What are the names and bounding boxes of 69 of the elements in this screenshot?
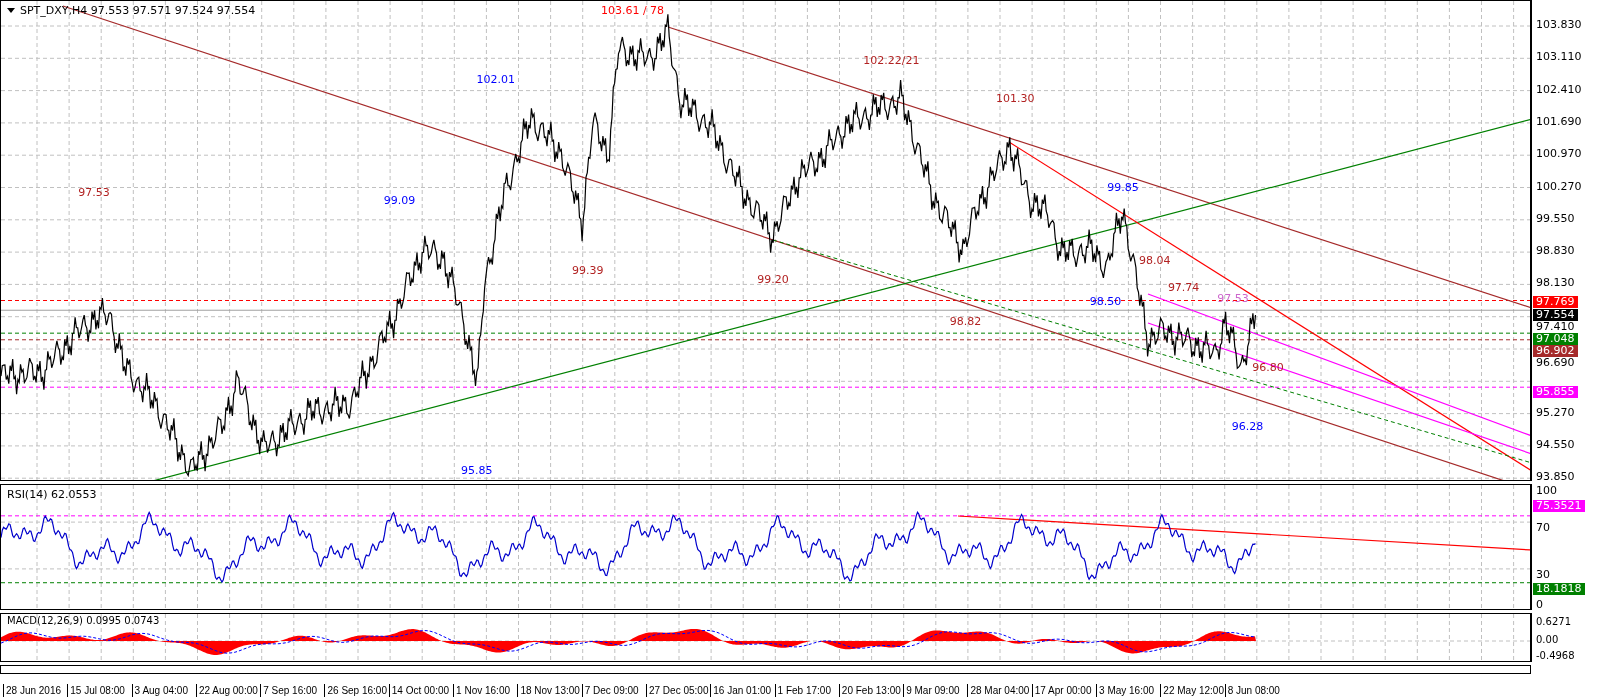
axis-label: 70 bbox=[1536, 521, 1550, 534]
time-label: 16 Jan 01:00 bbox=[710, 684, 775, 697]
price-label: 103.61 / 78 bbox=[600, 4, 665, 18]
time-label: 8 Jun 08:00 bbox=[1224, 684, 1289, 697]
price-label: 95.85 bbox=[460, 464, 493, 478]
price-label: 99.39 bbox=[572, 263, 604, 277]
level-tag: 75.3521 bbox=[1533, 499, 1585, 512]
price-label: 101.30 bbox=[996, 91, 1035, 105]
time-label: 7 Sep 16:00 bbox=[260, 684, 325, 697]
time-label: 22 May 12:00 bbox=[1160, 684, 1225, 697]
time-label: 28 Mar 04:00 bbox=[967, 684, 1032, 697]
price-label: 97.53 bbox=[1217, 292, 1249, 306]
time-label: 20 Feb 13:00 bbox=[838, 684, 904, 697]
time-label: 7 Dec 09:00 bbox=[581, 684, 646, 697]
axis-label: 98.830 bbox=[1536, 245, 1575, 258]
axis-label: 101.690 bbox=[1536, 115, 1582, 128]
price-label: 102.22/21 bbox=[863, 53, 920, 67]
axis-label: 0.00 bbox=[1536, 634, 1559, 647]
axis-label: 99.550 bbox=[1536, 212, 1575, 225]
time-label: 1 Nov 16:00 bbox=[453, 684, 518, 697]
axis-label: 30 bbox=[1536, 568, 1550, 581]
axis-label: 0 bbox=[1536, 598, 1543, 611]
axis-label: 93.850 bbox=[1536, 471, 1575, 484]
time-label: 3 May 16:00 bbox=[1096, 684, 1161, 697]
price-label: 99.20 bbox=[757, 272, 789, 286]
price-label: 96.80 bbox=[1252, 361, 1284, 375]
price-label: 99.85 bbox=[1107, 181, 1139, 195]
time-label: 3 Aug 04:00 bbox=[131, 684, 196, 697]
time-label: 9 Mar 09:00 bbox=[903, 684, 968, 697]
time-label: 22 Aug 00:00 bbox=[195, 684, 261, 697]
axis-label: -0.4968 bbox=[1536, 650, 1575, 663]
indicator-label: MACD(12,26,9) 0.0995 0.0743 bbox=[7, 615, 160, 627]
price-tag: 97.048 bbox=[1533, 333, 1578, 345]
axis-label: 96.690 bbox=[1536, 357, 1575, 369]
time-label: 17 Apr 00:00 bbox=[1031, 684, 1097, 697]
caret-icon[interactable] bbox=[7, 8, 15, 13]
axis-label: 97.410 bbox=[1536, 321, 1575, 333]
scrollbar[interactable] bbox=[0, 665, 1531, 675]
time-label: 14 Oct 00:00 bbox=[388, 684, 454, 697]
price-label: 98.82 bbox=[949, 315, 982, 328]
price-label: 98.04 bbox=[1139, 254, 1171, 268]
axis-label: 100.970 bbox=[1536, 148, 1582, 161]
axis-label: 98.130 bbox=[1536, 277, 1575, 290]
price-label: 96.28 bbox=[1231, 419, 1264, 433]
price-tag: 97.769 bbox=[1533, 296, 1578, 308]
time-label: 26 Sep 16:00 bbox=[324, 684, 389, 697]
axis-label: 94.550 bbox=[1536, 438, 1575, 451]
time-label: 15 Jul 08:00 bbox=[67, 684, 132, 697]
axis-label: 0.6271 bbox=[1536, 616, 1571, 629]
axis-label: 100.270 bbox=[1536, 180, 1582, 193]
time-label: 27 Dec 05:00 bbox=[645, 684, 711, 697]
price-label: 97.53 bbox=[78, 186, 110, 200]
axis-label: 103.110 bbox=[1536, 51, 1582, 64]
axis-label: 100 bbox=[1536, 484, 1557, 497]
time-label: 28 Jun 2016 bbox=[3, 684, 68, 697]
axis-label: 103.830 bbox=[1536, 19, 1582, 31]
price-label: 102.01 bbox=[476, 73, 515, 87]
time-label: 18 Nov 13:00 bbox=[517, 684, 582, 697]
level-tag: 18.1818 bbox=[1533, 582, 1585, 595]
price-label: 99.09 bbox=[383, 193, 416, 207]
price-tag: 96.902 bbox=[1533, 345, 1578, 357]
axis-label: 95.270 bbox=[1536, 406, 1575, 419]
axis-label: 102.410 bbox=[1536, 83, 1582, 96]
time-label: 1 Feb 17:00 bbox=[774, 684, 839, 697]
price-tag: 97.554 bbox=[1533, 309, 1578, 321]
indicator-label: RSI(14) 62.0553 bbox=[7, 487, 97, 501]
price-tag: 95.855 bbox=[1533, 386, 1578, 398]
price-label: 97.74 bbox=[1167, 281, 1200, 295]
price-label: 98.50 bbox=[1089, 295, 1122, 309]
